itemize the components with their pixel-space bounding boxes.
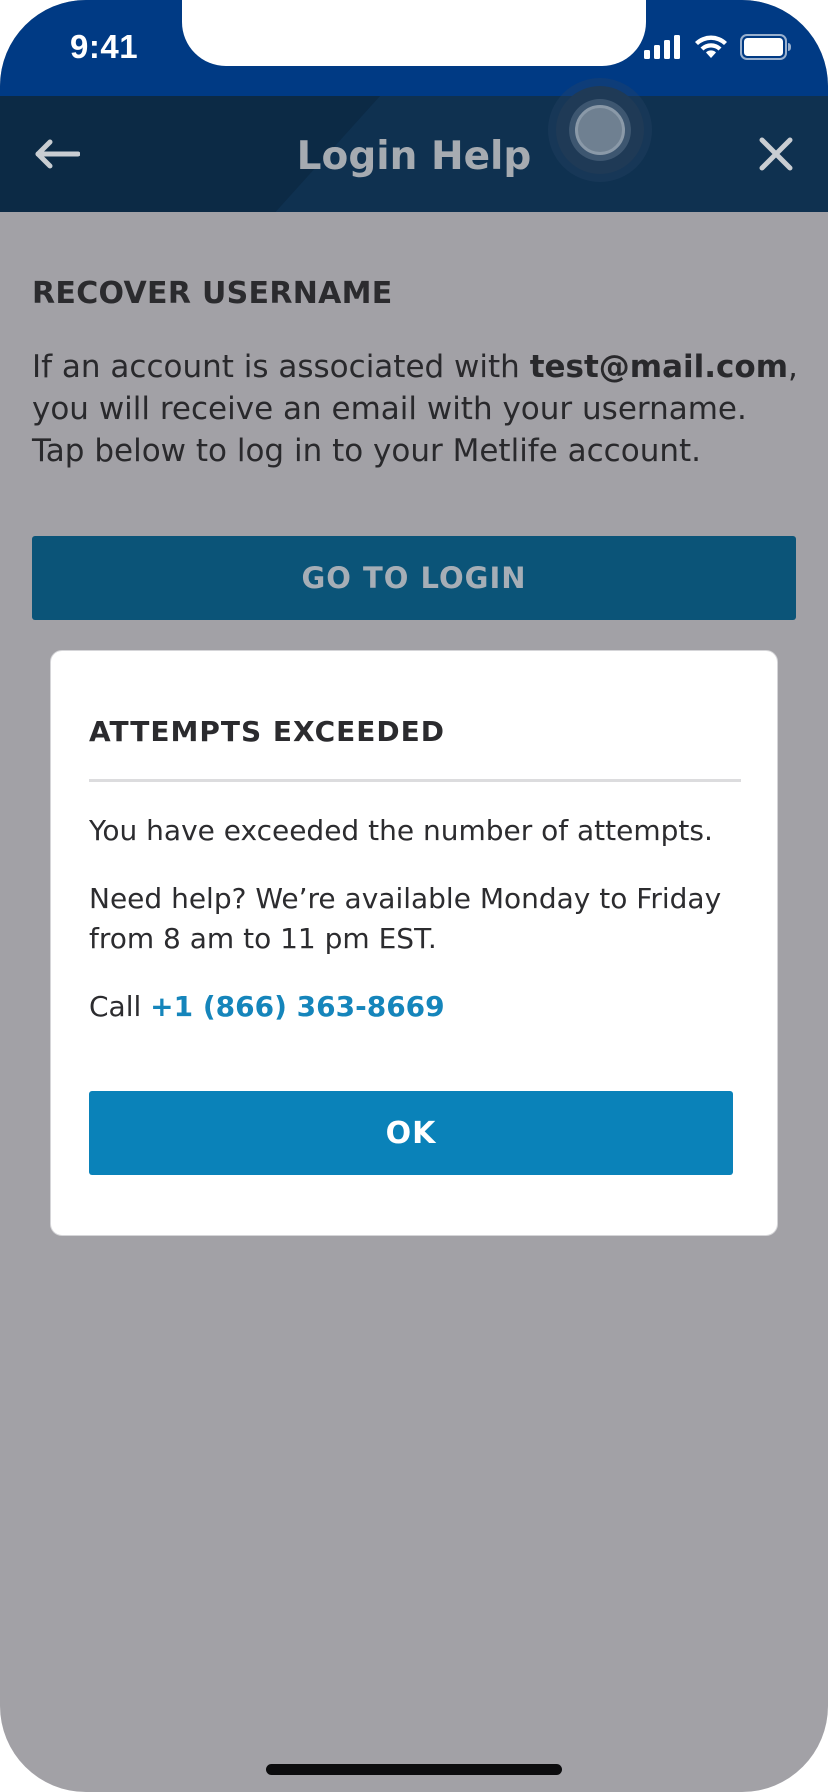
signal-icon bbox=[644, 35, 680, 59]
wifi-icon bbox=[695, 35, 727, 58]
page-title: Login Help bbox=[296, 134, 532, 179]
home-indicator[interactable] bbox=[266, 1764, 562, 1775]
recovery-message: If an account is associated with test@ma… bbox=[32, 346, 802, 472]
close-button[interactable] bbox=[754, 132, 798, 176]
dialog-title: ATTEMPTS EXCEEDED bbox=[89, 715, 445, 748]
phone-link[interactable]: +1 (866) 363-8669 bbox=[150, 990, 444, 1023]
section-heading: RECOVER USERNAME bbox=[32, 276, 393, 311]
status-icons bbox=[644, 34, 792, 60]
recovery-message-prefix: If an account is associated with bbox=[32, 349, 530, 385]
dialog-divider bbox=[89, 779, 741, 782]
assistive-touch-ring bbox=[569, 99, 631, 161]
status-bar: 9:41 bbox=[0, 0, 828, 96]
assistive-touch-core bbox=[575, 105, 625, 155]
call-prefix: Call bbox=[89, 990, 151, 1023]
battery-icon bbox=[740, 34, 791, 60]
assistive-touch-button[interactable] bbox=[556, 86, 644, 174]
attempts-exceeded-dialog: ATTEMPTS EXCEEDED You have exceeded the … bbox=[50, 650, 778, 1236]
phone-screen: 9:41 Login Help RECOVER USERNAME If an a… bbox=[0, 0, 828, 1792]
status-time: 9:41 bbox=[70, 28, 139, 65]
dialog-message: You have exceeded the number of attempts… bbox=[89, 814, 713, 847]
ok-button[interactable]: OK bbox=[89, 1091, 733, 1175]
recovery-email: test@mail.com bbox=[529, 349, 789, 385]
device-notch bbox=[182, 0, 646, 66]
close-icon bbox=[759, 137, 793, 171]
dialog-help-text: Need help? We’re available Monday to Fri… bbox=[89, 882, 722, 955]
app-header: Login Help bbox=[0, 96, 828, 212]
go-to-login-button[interactable]: GO TO LOGIN bbox=[32, 536, 796, 620]
dialog-call-line: Call +1 (866) 363-8669 bbox=[89, 987, 445, 1027]
